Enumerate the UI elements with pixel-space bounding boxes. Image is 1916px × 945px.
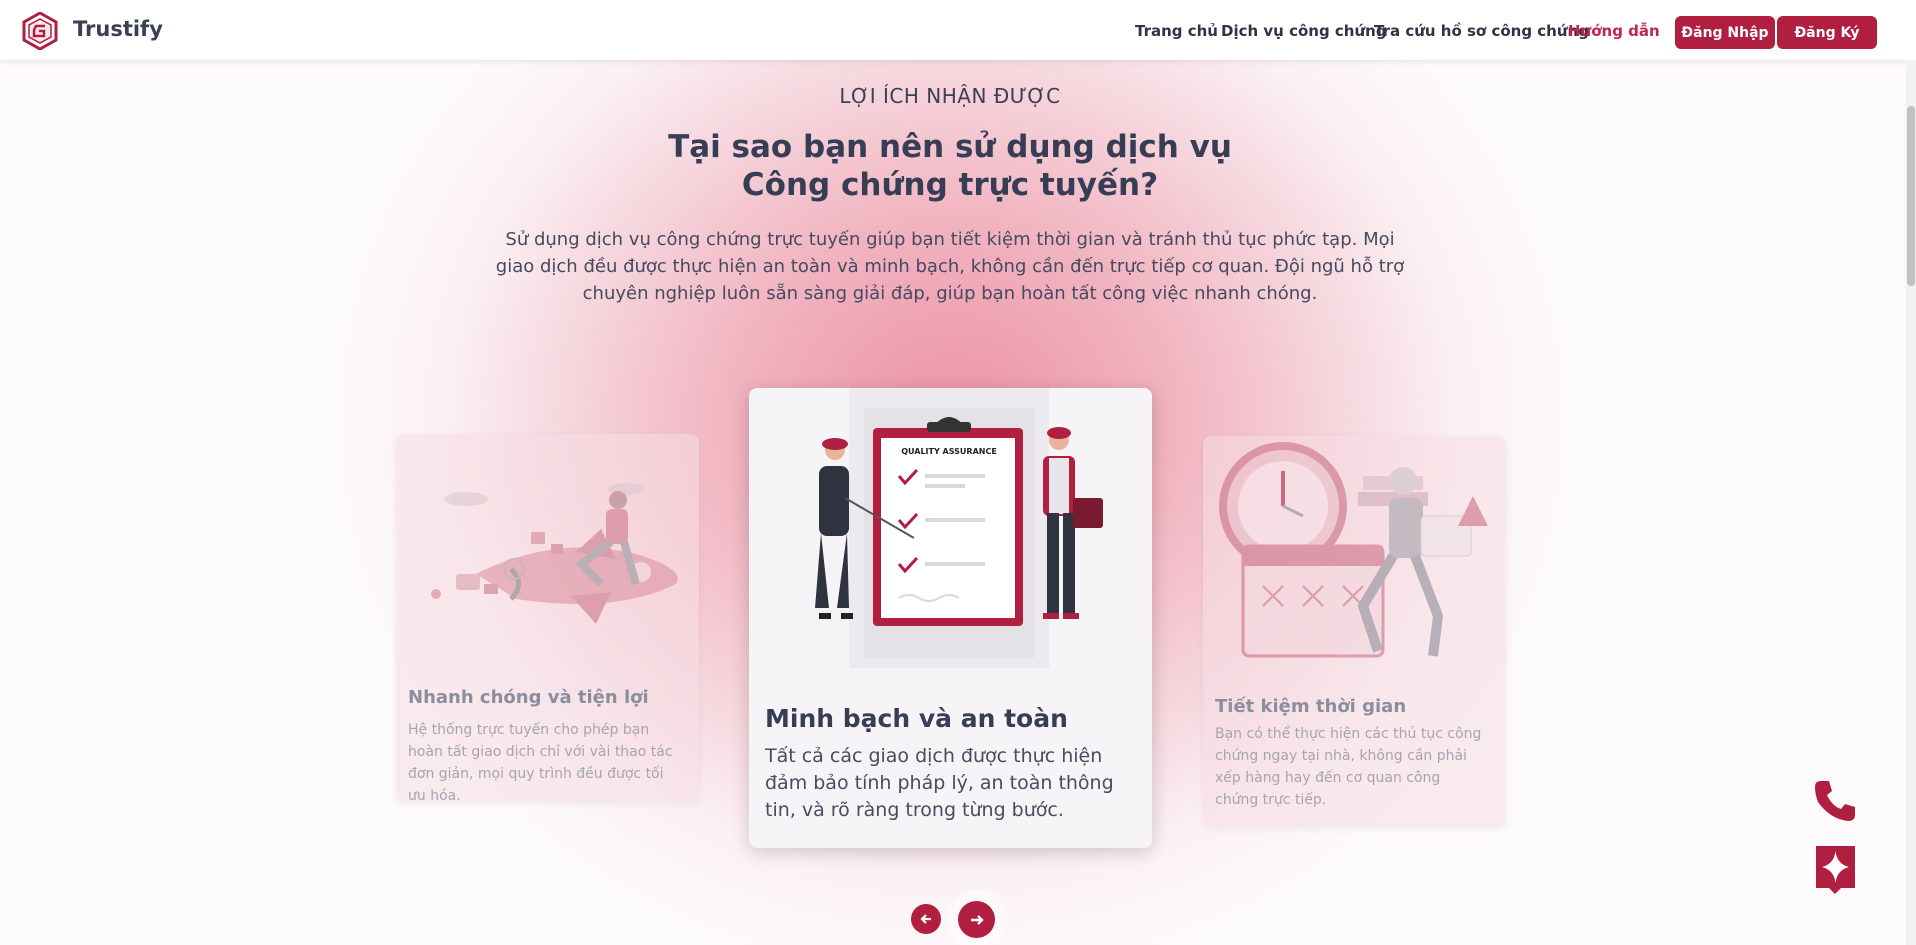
carousel-prev-button[interactable] (911, 904, 941, 934)
benefit-card-fast[interactable]: Nhanh chóng và tiện lợi Hệ thống trực tu… (396, 434, 699, 802)
carousel-next-button[interactable] (958, 901, 995, 938)
time-saving-illustration (1219, 442, 1488, 658)
card-text: Bạn có thể thực hiện các thủ tục công ch… (1215, 726, 1482, 808)
section-description: Sử dụng dịch vụ công chứng trực tuyến gi… (495, 229, 1405, 304)
card-title: Tiết kiệm thời gian (1215, 696, 1407, 717)
section-title-line-2: Công chứng trực tuyến? (741, 167, 1159, 203)
register-button[interactable]: Đăng Ký (1777, 16, 1877, 49)
card-title: Minh bạch và an toàn (765, 704, 1068, 733)
login-button[interactable]: Đăng Nhập (1675, 16, 1775, 49)
card-text: Tất cả các giao dịch được thực hiện đảm … (765, 745, 1114, 821)
top-navbar: Trustify Trang chủ Dịch vụ công chứng Tr… (0, 0, 1916, 60)
benefit-card-transparent[interactable]: QUALITY ASSURANCE Minh bạch và an toàn T… (749, 388, 1152, 848)
quality-assurance-illustration: QUALITY ASSURANCE (815, 388, 1103, 668)
trustify-logo-icon[interactable] (22, 12, 58, 50)
rocket-illustration (431, 483, 678, 624)
section-title: Tại sao bạn nên sử dụng dịch vụ Công chứ… (0, 128, 1900, 204)
clipboard-label: QUALITY ASSURANCE (901, 447, 997, 456)
section-title-line-1: Tại sao bạn nên sử dụng dịch vụ (668, 129, 1232, 165)
sparkle-chat-icon[interactable] (1813, 843, 1858, 895)
nav-notary-service[interactable]: Dịch vụ công chứng (1221, 22, 1387, 40)
scrollbar-thumb[interactable] (1907, 106, 1915, 286)
phone-icon[interactable] (1812, 778, 1858, 824)
brand-name[interactable]: Trustify (73, 17, 163, 41)
arrow-right-icon (970, 914, 984, 925)
arrow-left-icon (920, 914, 931, 924)
benefit-card-time[interactable]: Tiết kiệm thời gian Bạn có thể thực hiện… (1203, 436, 1506, 827)
nav-home[interactable]: Trang chủ (1135, 22, 1218, 40)
section-kicker: LỢI ÍCH NHẬN ĐƯỢC (839, 84, 1061, 108)
nav-guide[interactable]: Hướng dẫn (1568, 22, 1660, 40)
card-text: Hệ thống trực tuyến cho phép bạn hoàn tấ… (408, 722, 673, 802)
nav-lookup-records[interactable]: Tra cứu hồ sơ công chứng (1374, 22, 1589, 40)
card-title: Nhanh chóng và tiện lợi (408, 687, 649, 708)
